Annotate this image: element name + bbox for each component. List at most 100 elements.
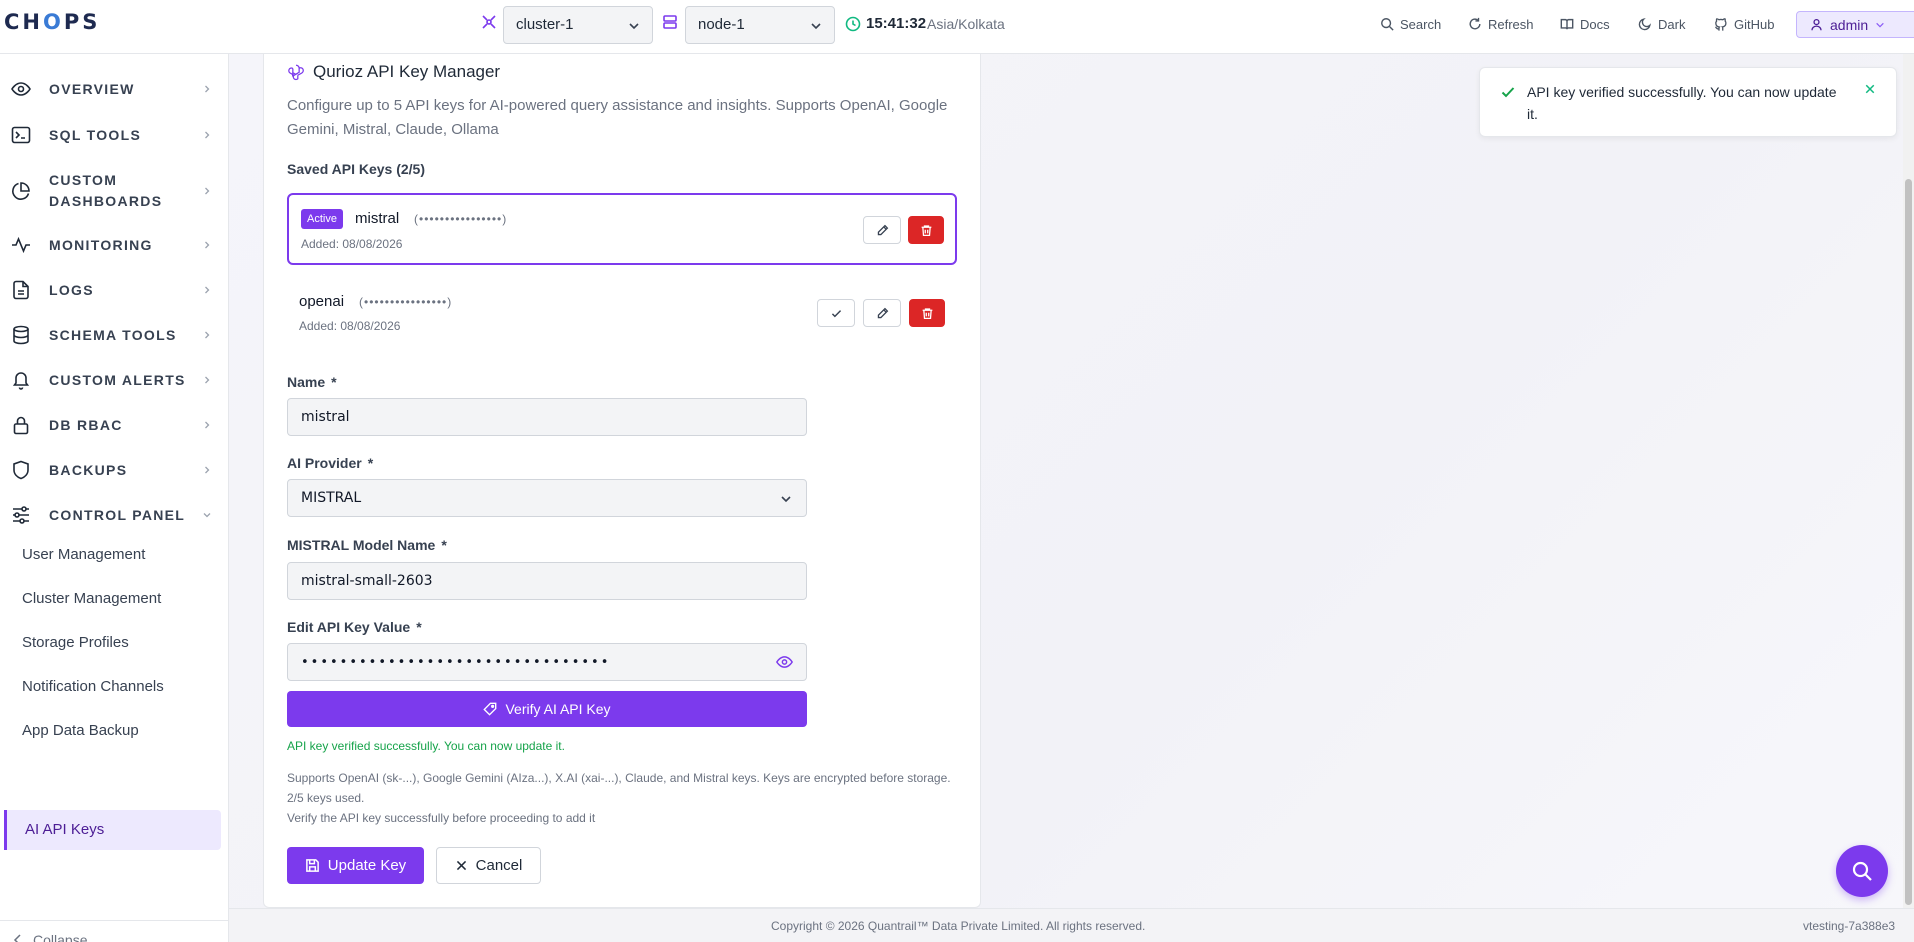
sidebar-item-monitoring[interactable]: MONITORING [0,234,229,256]
chevron-down-icon [629,23,639,30]
pie-chart-icon [12,182,30,200]
model-name-input-value: mistral-small-2603 [301,573,433,589]
chevron-right-icon [205,241,210,249]
chevron-right-icon [205,421,210,429]
sidebar-subitem-ai-api-keys[interactable]: AI API Keys [4,810,221,850]
theme-toggle-button[interactable]: Dark [1638,15,1685,33]
chevron-right-icon [205,187,210,195]
sliders-icon [13,506,29,524]
provider-field-label: AI Provider * [287,455,374,471]
database-icon [13,325,29,345]
toast-message: API key verified successfully. You can n… [1527,84,1837,122]
edit-key-button[interactable] [863,216,901,244]
model-field-label: MISTRAL Model Name * [287,537,447,553]
cluster-select[interactable]: cluster-1 [503,6,653,44]
provider-select[interactable]: MISTRAL [287,479,807,517]
close-icon[interactable] [1864,83,1876,95]
shield-icon [13,460,29,480]
sidebar-subitem-cluster-management[interactable]: Cluster Management [22,590,161,607]
api-key-field-label: Edit API Key Value * [287,619,422,635]
main-scrollbar[interactable] [1903,54,1914,908]
update-key-button[interactable]: Update Key [287,847,424,884]
saved-key-item[interactable]: Active mistral (••••••••••••••••) Added:… [287,193,957,265]
chevron-right-icon [205,85,210,93]
success-toast: API key verified successfully. You can n… [1479,67,1897,137]
sidebar-item-overview[interactable]: OVERVIEW [0,78,229,100]
active-badge: Active [301,209,343,229]
help-text-line: Supports OpenAI (sk-...), Google Gemini … [287,771,951,805]
eye-icon[interactable] [776,655,793,669]
lock-icon [13,416,29,435]
saved-key-item[interactable]: openai (••••••••••••••••) Added: 08/08/2… [287,278,957,350]
name-input[interactable]: mistral [287,398,807,436]
key-mask: (••••••••••••••••) [359,295,453,309]
sidebar-subitem-storage-profiles[interactable]: Storage Profiles [22,634,129,651]
api-key-input[interactable]: •••••••••••••••••••••••••••••••• [287,643,807,681]
key-added-date: Added: 08/08/2026 [301,237,403,251]
scrollbar-thumb[interactable] [1905,179,1912,905]
tag-icon [483,702,497,716]
key-name: openai [299,293,345,310]
cancel-button[interactable]: Cancel [436,847,541,884]
chevron-down-icon [781,496,791,503]
cluster-select-value: cluster-1 [516,16,574,33]
name-input-value: mistral [301,409,350,425]
sidebar-item-control-panel[interactable]: CONTROL PANEL [0,504,229,526]
sidebar-item-label: CUSTOM DASHBOARDS [49,172,163,209]
sidebar-subitem-notification-channels[interactable]: Notification Channels [22,678,164,695]
moon-icon [1638,18,1651,31]
sidebar-item-label: CUSTOM ALERTS [49,371,186,388]
activity-icon [12,236,30,254]
floating-search-button[interactable] [1836,845,1888,897]
sidebar-subitem-user-management[interactable]: User Management [22,546,145,563]
name-field-label: Name * [287,374,337,390]
current-time: 15:41:32 [866,15,927,32]
node-select[interactable]: node-1 [685,6,835,44]
check-icon [1501,87,1515,98]
divider [0,920,229,921]
chevron-right-icon [205,331,210,339]
activate-key-button[interactable] [817,299,855,327]
save-icon [305,859,319,872]
api-key-input-value: •••••••••••••••••••••••••••••••• [301,655,611,670]
sidebar-item-label: SCHEMA TOOLS [49,326,177,343]
user-icon [1811,18,1822,31]
collapse-sidebar-button[interactable]: Collapse [13,932,87,942]
sidebar-item-sql-tools[interactable]: SQL TOOLS [0,124,229,146]
chevron-right-icon [205,131,210,139]
sidebar-item-label: BACKUPS [49,461,128,478]
sidebar-item-db-rbac[interactable]: DB RBAC [0,414,229,436]
sidebar-item-custom-alerts[interactable]: CUSTOM ALERTS [0,369,229,391]
edit-key-button[interactable] [863,299,901,327]
bell-icon [12,372,30,390]
app-logo[interactable]: CHOPS [4,10,100,34]
docs-button[interactable]: Docs [1560,15,1610,33]
verification-success-text: API key verified successfully. You can n… [287,739,565,753]
delete-key-button[interactable] [909,299,945,327]
search-icon [1381,18,1394,31]
provider-select-value: MISTRAL [301,490,362,506]
sidebar-subitem-app-data-backup[interactable]: App Data Backup [22,722,139,739]
github-icon [1715,18,1727,31]
sidebar-item-custom-dashboards[interactable]: CUSTOM DASHBOARDS [0,168,229,214]
user-menu-button[interactable]: admin [1796,11,1914,38]
sidebar-item-label: LOGS [49,281,94,298]
github-button[interactable]: GitHub [1714,15,1774,33]
sidebar-item-schema-tools[interactable]: SCHEMA TOOLS [0,324,229,346]
sidebar-subitem-label: AI API Keys [25,821,105,838]
book-icon [1560,18,1574,30]
sidebar: OVERVIEW SQL TOOLS CUSTOM DASHBOARDS MON… [0,54,229,942]
model-name-input[interactable]: mistral-small-2603 [287,562,807,600]
refresh-button[interactable]: Refresh [1468,15,1534,33]
search-button[interactable]: Search [1380,15,1441,33]
verify-api-key-button[interactable]: Verify AI API Key [287,691,807,727]
timezone-label: Asia/Kolkata [927,16,1005,32]
sidebar-item-logs[interactable]: LOGS [0,279,229,301]
delete-key-button[interactable] [908,216,944,244]
search-icon [1852,861,1872,881]
refresh-icon [1469,17,1481,30]
card-title: Qurioz API Key Manager [287,62,500,82]
sidebar-item-backups[interactable]: BACKUPS [0,459,229,481]
search-label: Search [1400,16,1442,32]
help-text-line: Verify the API key successfully before p… [287,811,596,825]
